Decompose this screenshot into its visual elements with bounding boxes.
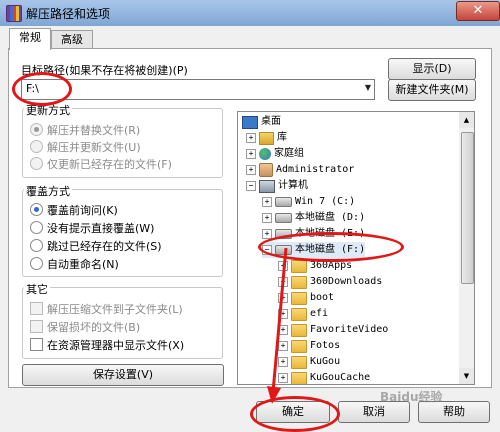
folder-icon xyxy=(291,371,307,384)
collapse-icon[interactable]: − xyxy=(262,245,272,255)
tree-node-library[interactable]: + 库 xyxy=(246,130,287,146)
update-mode-title: 更新方式 xyxy=(24,102,72,118)
window-title: 解压路径和选项 xyxy=(26,7,111,21)
close-icon: ✕ xyxy=(472,3,484,18)
misc-title: 其它 xyxy=(24,281,50,297)
expand-icon[interactable]: + xyxy=(278,261,288,271)
drive-icon xyxy=(275,197,292,207)
scroll-thumb[interactable] xyxy=(461,132,474,284)
radio-icon[interactable] xyxy=(30,123,43,136)
library-icon xyxy=(259,131,274,145)
expand-icon[interactable]: + xyxy=(262,229,272,239)
radio-icon[interactable] xyxy=(30,221,43,234)
new-folder-button[interactable]: 新建文件夹(M) xyxy=(388,79,476,101)
expand-icon[interactable]: + xyxy=(278,293,288,303)
checkbox-icon[interactable] xyxy=(30,320,43,333)
chevron-down-icon[interactable]: ▼ xyxy=(365,83,371,92)
tree-node-drive-c[interactable]: + Win 7 (C:) xyxy=(262,194,355,210)
expand-icon[interactable]: + xyxy=(246,165,256,175)
tree-scrollbar[interactable]: ▲ ▼ xyxy=(459,111,475,385)
expand-icon[interactable]: + xyxy=(278,325,288,335)
expand-icon[interactable]: + xyxy=(278,309,288,319)
radio-icon[interactable] xyxy=(30,157,43,170)
overwrite-option-ask[interactable]: 覆盖前询问(K) xyxy=(30,201,118,218)
expand-icon[interactable]: + xyxy=(246,149,256,159)
expand-icon[interactable]: + xyxy=(278,373,288,383)
tree-node-drive-f[interactable]: − 本地磁盘 (F:) xyxy=(262,242,366,258)
tree-node-360apps[interactable]: +360Apps xyxy=(278,258,352,274)
collapse-icon[interactable]: − xyxy=(246,181,256,191)
tree-node-360downloads[interactable]: +360Downloads xyxy=(278,274,382,290)
radio-icon[interactable] xyxy=(30,257,43,270)
expand-icon[interactable]: + xyxy=(278,277,288,287)
folder-icon xyxy=(291,291,307,305)
expand-icon[interactable]: + xyxy=(262,213,272,223)
tab-advanced[interactable]: 高级 xyxy=(51,30,93,49)
title-bar: 解压路径和选项 ✕ xyxy=(0,0,500,26)
target-path-value: F:\ xyxy=(26,82,39,95)
save-settings-button[interactable]: 保存设置(V) xyxy=(22,364,224,386)
tree-node-homegroup[interactable]: + 家庭组 xyxy=(246,146,304,162)
extract-dialog: 解压路径和选项 ✕ 常规 高级 目标路径(如果不存在将被创建)(P) F:\ ▼… xyxy=(0,0,500,432)
tab-general[interactable]: 常规 xyxy=(9,28,51,50)
checkbox-icon[interactable] xyxy=(30,302,43,315)
folder-tree[interactable]: 桌面 + 库 + 家庭组 + Administrator − 计算机 + Win 7 (C… xyxy=(237,111,461,385)
misc-option-subfolder[interactable]: 解压压缩文件到子文件夹(L) xyxy=(30,300,183,317)
folder-icon xyxy=(291,275,307,289)
folder-icon xyxy=(291,307,307,321)
tree-node-fotos[interactable]: + Fotos xyxy=(278,338,340,354)
tree-node-drive-d[interactable]: + 本地磁盘 (D:) xyxy=(262,210,365,226)
homegroup-icon xyxy=(259,148,271,160)
drive-icon xyxy=(275,229,292,239)
misc-option-keep-broken[interactable]: 保留损坏的文件(B) xyxy=(30,318,140,335)
drive-icon xyxy=(275,245,292,255)
drive-icon xyxy=(275,213,292,223)
folder-icon xyxy=(291,259,307,273)
radio-icon[interactable] xyxy=(30,140,43,153)
ok-button[interactable]: 确定 xyxy=(256,401,330,423)
watermark: Baidu经验 xyxy=(380,390,443,404)
show-button[interactable]: 显示(D) xyxy=(388,58,476,80)
tree-node-computer[interactable]: − 计算机 xyxy=(246,178,308,194)
desktop-icon xyxy=(242,115,258,129)
overwrite-option-rename[interactable]: 自动重命名(N) xyxy=(30,255,119,272)
tree-node-kugoucache[interactable]: + KuGouCache xyxy=(278,370,370,384)
tree-node-drive-e[interactable]: + 本地磁盘 (E:) xyxy=(262,226,365,242)
overwrite-option-skip[interactable]: 跳过已经存在的文件(S) xyxy=(30,237,162,254)
user-icon xyxy=(259,163,273,177)
update-option-existing-only[interactable]: 仅更新已经存在的文件(F) xyxy=(30,155,172,172)
tree-node-desktop[interactable]: 桌面 xyxy=(242,114,281,130)
target-path-label: 目标路径(如果不存在将被创建)(P) xyxy=(21,64,188,77)
tree-node-favoritevideo[interactable]: + FavoriteVideo xyxy=(278,322,388,338)
folder-icon xyxy=(291,355,307,369)
misc-option-show-in-explorer[interactable]: 在资源管理器中显示文件(X) xyxy=(30,336,184,353)
tree-node-efi[interactable]: + efi xyxy=(278,306,328,322)
target-path-combobox[interactable]: F:\ ▼ xyxy=(21,79,375,100)
expand-icon[interactable]: + xyxy=(262,197,272,207)
radio-icon[interactable] xyxy=(30,239,43,252)
expand-icon[interactable]: + xyxy=(278,357,288,367)
radio-icon[interactable] xyxy=(30,203,43,216)
scroll-down-icon[interactable]: ▼ xyxy=(459,368,474,384)
tree-node-boot[interactable]: + boot xyxy=(278,290,334,306)
overwrite-option-no-prompt[interactable]: 没有提示直接覆盖(W) xyxy=(30,219,154,236)
folder-icon xyxy=(291,339,307,353)
winrar-app-icon xyxy=(6,5,22,22)
update-option-update[interactable]: 解压并更新文件(U) xyxy=(30,138,141,155)
computer-icon xyxy=(259,179,275,193)
checkbox-icon[interactable] xyxy=(30,338,43,351)
expand-icon[interactable]: + xyxy=(246,133,256,143)
expand-icon[interactable]: + xyxy=(278,341,288,351)
tree-node-kugou[interactable]: + KuGou xyxy=(278,354,340,370)
tree-node-administrator[interactable]: + Administrator xyxy=(246,162,354,178)
update-option-replace[interactable]: 解压并替换文件(R) xyxy=(30,121,140,138)
scroll-up-icon[interactable]: ▲ xyxy=(459,112,474,128)
overwrite-mode-title: 覆盖方式 xyxy=(24,183,72,199)
close-button[interactable]: ✕ xyxy=(456,1,500,21)
folder-icon xyxy=(291,323,307,337)
